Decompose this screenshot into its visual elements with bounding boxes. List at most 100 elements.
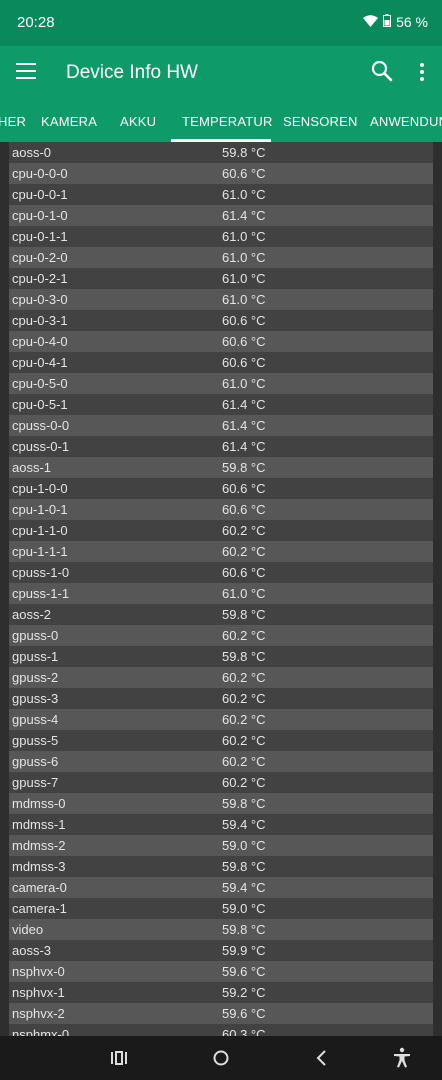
- temperature-row: cpuss-1-0 60.6 °C: [9, 562, 433, 583]
- temperature-row: cpu-0-1-0 61.4 °C: [9, 205, 433, 226]
- sensor-temperature: 61.4 °C: [222, 208, 266, 223]
- sensor-name: cpuss-1-1: [12, 586, 70, 601]
- sensor-temperature: 60.3 °C: [222, 1027, 266, 1036]
- tab-akku[interactable]: AKKU: [120, 114, 156, 129]
- temperature-row: cpu-0-3-0 61.0 °C: [9, 289, 433, 310]
- sensor-temperature: 59.8 °C: [222, 859, 266, 874]
- sensor-temperature: 59.8 °C: [222, 145, 266, 160]
- more-vert-icon[interactable]: [412, 60, 432, 84]
- sensor-name: cpu-0-2-1: [12, 271, 68, 286]
- sensor-name: cpu-1-0-1: [12, 502, 68, 517]
- sensor-temperature: 59.8 °C: [222, 460, 266, 475]
- app-bar: Device Info HW: [0, 46, 442, 100]
- sensor-temperature: 60.2 °C: [222, 712, 266, 727]
- sensor-temperature: 60.2 °C: [222, 523, 266, 538]
- temperature-row: cpu-0-5-0 61.0 °C: [9, 373, 433, 394]
- sensor-name: aoss-2: [12, 607, 52, 622]
- temperature-row: gpuss-0 60.2 °C: [9, 625, 433, 646]
- navigation-bar: [0, 1036, 442, 1080]
- sensor-temperature: 59.6 °C: [222, 964, 266, 979]
- sensor-temperature: 59.2 °C: [222, 985, 266, 1000]
- battery-icon: [383, 14, 392, 30]
- temperature-row: gpuss-1 59.8 °C: [9, 646, 433, 667]
- sensor-temperature: 59.9 °C: [222, 943, 266, 958]
- sensor-name: cpu-0-0-1: [12, 187, 68, 202]
- sensor-name: cpu-0-3-1: [12, 313, 68, 328]
- temperature-row: cpuss-1-1 61.0 °C: [9, 583, 433, 604]
- sensor-temperature: 60.6 °C: [222, 481, 266, 496]
- sensor-name: cpu-1-0-0: [12, 481, 68, 496]
- sensor-temperature: 61.0 °C: [222, 292, 266, 307]
- sensor-temperature: 60.6 °C: [222, 166, 266, 181]
- sensor-name: cpu-0-4-1: [12, 355, 68, 370]
- status-icons: 56 %: [363, 14, 428, 30]
- sensor-temperature: 59.8 °C: [222, 649, 266, 664]
- sensor-name: cpu-0-1-0: [12, 208, 68, 223]
- back-icon[interactable]: [310, 1046, 334, 1070]
- tab-sensoren[interactable]: SENSOREN: [283, 114, 358, 129]
- sensor-temperature: 59.4 °C: [222, 817, 266, 832]
- sensor-name: aoss-1: [12, 460, 52, 475]
- temperature-row: gpuss-5 60.2 °C: [9, 730, 433, 751]
- hamburger-menu-icon[interactable]: [16, 63, 36, 81]
- tab-kamera[interactable]: KAMERA: [41, 114, 97, 129]
- temperature-row: cpu-0-2-1 61.0 °C: [9, 268, 433, 289]
- sensor-temperature: 59.0 °C: [222, 901, 266, 916]
- status-time: 20:28: [17, 14, 55, 31]
- temperature-row: gpuss-3 60.2 °C: [9, 688, 433, 709]
- sensor-name: aoss-3: [12, 943, 52, 958]
- sensor-name: nsphvx-1: [12, 985, 65, 1000]
- sensor-name: camera-0: [12, 880, 67, 895]
- temperature-row: gpuss-2 60.2 °C: [9, 667, 433, 688]
- temperature-row: cpu-0-5-1 61.4 °C: [9, 394, 433, 415]
- sensor-name: cpu-0-5-1: [12, 397, 68, 412]
- temperature-row: mdmss-3 59.8 °C: [9, 856, 433, 877]
- temperature-row: nsphvx-1 59.2 °C: [9, 982, 433, 1003]
- sensor-name: cpuss-0-0: [12, 418, 70, 433]
- sensor-temperature: 60.2 °C: [222, 775, 266, 790]
- sensor-name: cpu-0-1-1: [12, 229, 68, 244]
- sensor-temperature: 61.0 °C: [222, 229, 266, 244]
- temperature-row: cpu-0-2-0 61.0 °C: [9, 247, 433, 268]
- sensor-temperature: 59.8 °C: [222, 796, 266, 811]
- temperature-list[interactable]: aoss-0 59.8 °C cpu-0-0-0 60.6 °C cpu-0-0-1 61…: [9, 142, 433, 1036]
- tab-anwendungen[interactable]: ANWENDUN: [370, 114, 442, 129]
- sensor-name: video: [12, 922, 44, 937]
- sensor-temperature: 59.8 °C: [222, 607, 266, 622]
- sensor-name: camera-1: [12, 901, 67, 916]
- sensor-temperature: 60.6 °C: [222, 334, 266, 349]
- battery-percent: 56 %: [396, 14, 428, 30]
- app-title: Device Info HW: [66, 62, 198, 83]
- status-bar: 20:28 56 %: [0, 0, 442, 46]
- accessibility-icon[interactable]: [390, 1046, 414, 1070]
- sensor-temperature: 60.6 °C: [222, 565, 266, 580]
- sensor-temperature: 61.4 °C: [222, 418, 266, 433]
- sensor-name: aoss-0: [12, 145, 52, 160]
- temperature-row: aoss-3 59.9 °C: [9, 940, 433, 961]
- temperature-row: mdmss-0 59.8 °C: [9, 793, 433, 814]
- home-icon[interactable]: [209, 1046, 233, 1070]
- sensor-name: mdmss-3: [12, 859, 66, 874]
- sensor-name: cpu-0-0-0: [12, 166, 68, 181]
- sensor-temperature: 60.6 °C: [222, 502, 266, 517]
- wifi-icon: [363, 14, 379, 30]
- sensor-name: gpuss-7: [12, 775, 59, 790]
- sensor-temperature: 60.6 °C: [222, 355, 266, 370]
- temperature-row: cpu-1-1-1 60.2 °C: [9, 541, 433, 562]
- sensor-temperature: 59.6 °C: [222, 1006, 266, 1021]
- temperature-row: cpu-1-0-0 60.6 °C: [9, 478, 433, 499]
- temperature-row: cpu-0-4-0 60.6 °C: [9, 331, 433, 352]
- temperature-row: gpuss-6 60.2 °C: [9, 751, 433, 772]
- tab-temperatur[interactable]: TEMPERATUR: [182, 114, 273, 129]
- search-icon[interactable]: [370, 59, 394, 83]
- sensor-name: nsphvx-2: [12, 1006, 65, 1021]
- sensor-name: gpuss-4: [12, 712, 59, 727]
- temperature-row: mdmss-2 59.0 °C: [9, 835, 433, 856]
- sensor-temperature: 61.4 °C: [222, 397, 266, 412]
- sensor-temperature: 61.0 °C: [222, 250, 266, 265]
- sensor-name: gpuss-5: [12, 733, 59, 748]
- temperature-row: cpu-0-4-1 60.6 °C: [9, 352, 433, 373]
- tab-speicher[interactable]: HER: [0, 114, 26, 129]
- temperature-row: nsphvx-2 59.6 °C: [9, 1003, 433, 1024]
- recents-icon[interactable]: [107, 1046, 131, 1070]
